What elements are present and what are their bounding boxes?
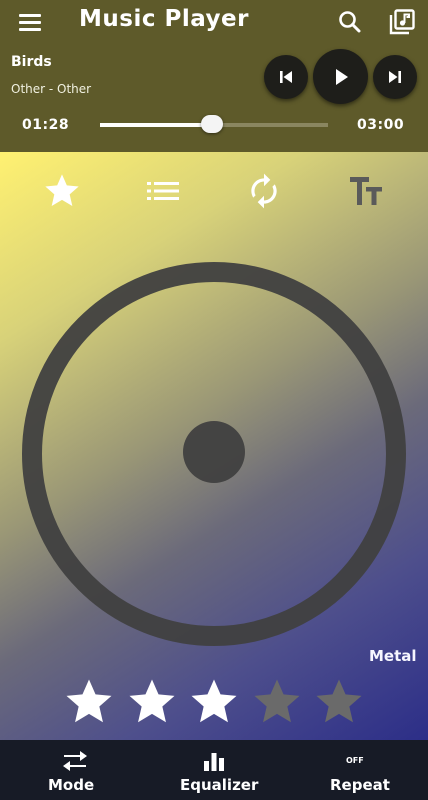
skip-next-icon <box>389 71 401 83</box>
rating-stars[interactable] <box>62 675 367 729</box>
star-filled-icon[interactable] <box>62 675 116 729</box>
equalizer-icon <box>204 753 224 771</box>
seek-bar-thumb[interactable] <box>200 115 223 133</box>
mode-nav-button[interactable]: Mode <box>40 740 110 800</box>
now-playing-header: Music Player Birds Other - Other 01:28 0… <box>0 0 428 152</box>
song-title: Birds <box>11 54 52 70</box>
mode-icon <box>63 751 87 771</box>
star-empty-icon[interactable] <box>250 675 304 729</box>
song-artist-album: Other - Other <box>11 82 92 96</box>
skip-previous-icon <box>280 71 292 83</box>
search-icon[interactable] <box>336 8 364 36</box>
app-bar: Music Player <box>0 0 428 44</box>
equalizer-nav-button[interactable]: Equalizer <box>175 740 259 800</box>
text-size-icon <box>350 177 382 205</box>
playlist-button[interactable] <box>141 170 185 212</box>
repeat-label: Repeat <box>330 776 390 794</box>
repeat-nav-button[interactable]: OFF Repeat <box>325 740 395 800</box>
shuffle-repeat-button[interactable] <box>242 170 286 212</box>
play-button[interactable] <box>313 49 368 104</box>
genre-label: Metal <box>369 647 417 665</box>
play-icon <box>335 68 348 85</box>
mode-label: Mode <box>48 776 95 794</box>
equalizer-label: Equalizer <box>180 776 259 794</box>
repeat-icon <box>251 173 277 209</box>
next-button[interactable] <box>373 55 417 99</box>
app-title: Music Player <box>79 6 249 32</box>
star-filled-icon[interactable] <box>187 675 241 729</box>
music-library-icon[interactable] <box>388 8 416 36</box>
star-filled-icon[interactable] <box>125 675 179 729</box>
star-empty-icon[interactable] <box>312 675 366 729</box>
vinyl-disc-center <box>183 421 245 483</box>
repeat-state: OFF <box>346 756 364 765</box>
seek-bar-progress <box>100 123 212 127</box>
menu-icon[interactable] <box>16 10 46 34</box>
total-time: 03:00 <box>357 117 405 133</box>
favorite-button[interactable] <box>40 170 84 212</box>
current-time: 01:28 <box>22 117 70 133</box>
previous-button[interactable] <box>264 55 308 99</box>
text-size-button[interactable] <box>344 170 388 212</box>
seek-bar[interactable] <box>100 115 328 133</box>
star-icon <box>45 174 79 206</box>
list-icon <box>147 182 179 200</box>
bottom-navigation: Mode Equalizer OFF Repeat <box>0 740 428 800</box>
